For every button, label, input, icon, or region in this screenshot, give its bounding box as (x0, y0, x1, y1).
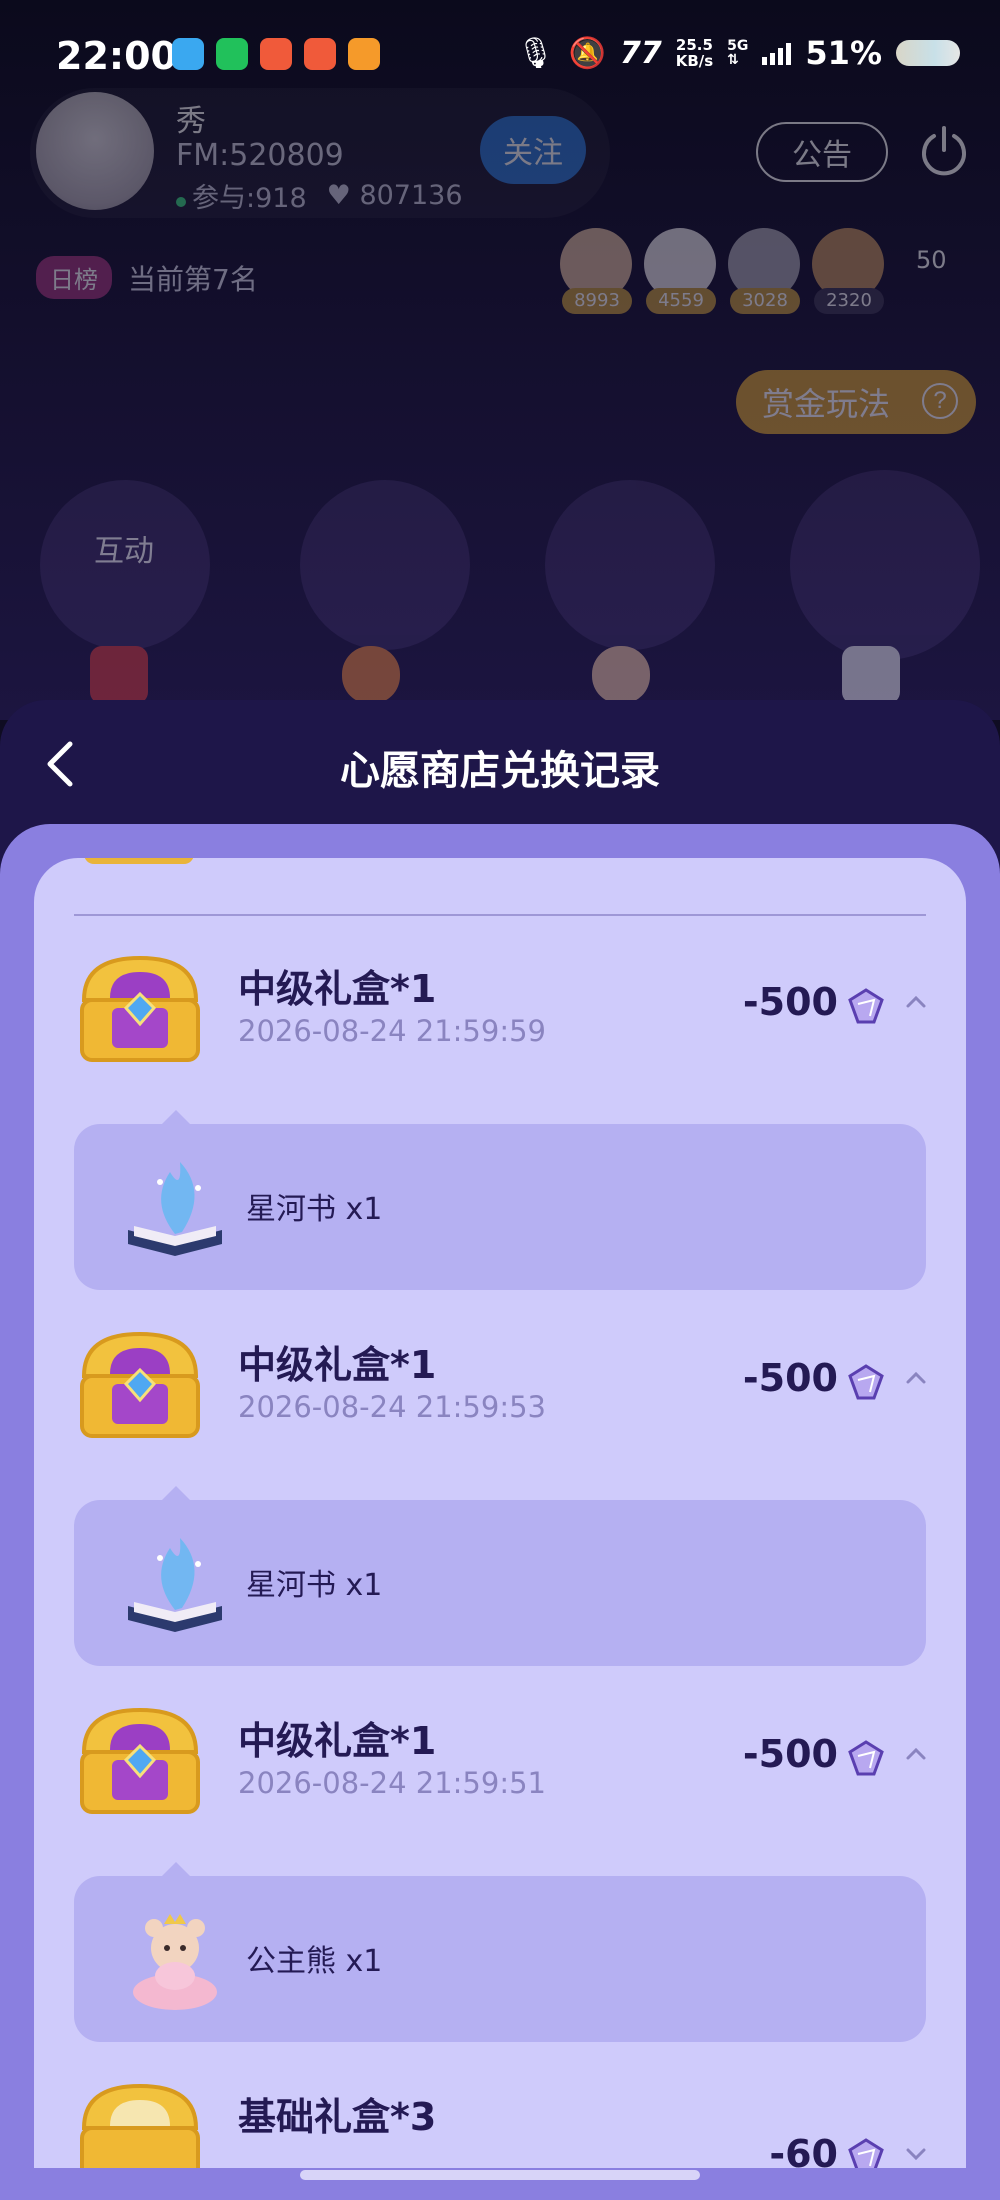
chevron-up-icon[interactable] (904, 1366, 928, 1390)
record-amount: -500 (742, 1356, 838, 1400)
gift-chest-icon (84, 858, 194, 864)
help-icon[interactable]: ? (922, 383, 958, 419)
home-indicator[interactable] (300, 2170, 700, 2180)
viewer-avatar[interactable]: 3028 (728, 228, 802, 318)
app-notification-icon (304, 38, 336, 70)
viewer-count[interactable]: 50 (916, 246, 947, 274)
exchange-record[interactable]: 中级礼盒*1 2026-08-24 21:59:53 -500 (34, 1324, 966, 1464)
exchange-record[interactable]: 基础礼盒*3 -60 (34, 2076, 966, 2168)
lamp-icon[interactable] (342, 646, 400, 704)
status-time: 22:00 (56, 34, 177, 78)
crystal-currency-icon (848, 1740, 884, 1776)
records-frame: 中级礼盒*1 2026-08-24 21:59:59 -500 星河书 x1 中… (0, 824, 1000, 2200)
victory-hand-icon[interactable] (592, 646, 650, 704)
wechat-icon (216, 38, 248, 70)
power-icon[interactable] (914, 122, 974, 182)
item-name: 公主熊 x1 (246, 1944, 383, 1979)
exchange-records-sheet: 心愿商店兑换记录 中级礼盒*1 2026-08-24 21:59:59 -500… (0, 700, 1000, 2200)
record-title: 基础礼盒*3 (238, 2095, 437, 2139)
interact-blob (545, 480, 715, 650)
red-envelope-icon[interactable] (90, 646, 148, 704)
viewer-avatar[interactable]: 4559 (644, 228, 718, 318)
interact-label: 互动 (94, 534, 154, 569)
battery-icon (896, 40, 960, 66)
exchange-record[interactable]: 中级礼盒*1 2026-08-24 21:59:59 -500 (34, 948, 966, 1088)
viewer-avatar[interactable]: 2320 (812, 228, 886, 318)
record-time: 2026-08-24 21:59:59 (238, 1014, 546, 1048)
record-title: 中级礼盒*1 (238, 1343, 437, 1387)
host-stats: 参与:918 ♥ 807136 (176, 176, 463, 215)
record-detail: 星河书 x1 (74, 1110, 926, 1290)
item-name: 星河书 x1 (246, 1192, 383, 1227)
mi-icon: 77 (619, 35, 662, 71)
crystal-currency-icon (848, 2138, 884, 2168)
app-notification-icon (172, 38, 204, 70)
crystal-currency-icon (848, 1364, 884, 1400)
exchange-record[interactable]: 中级礼盒*1 2026-08-24 21:59:51 -500 (34, 1700, 966, 1840)
status-bar: 22:00 🎙 🔕 77 25.5 KB/s 5G ⇅ 51% (0, 0, 1000, 110)
daily-rank-text[interactable]: 当前第7名 (128, 258, 258, 298)
interact-blob (300, 480, 470, 650)
top-viewers[interactable]: 8993 4559 3028 2320 (560, 228, 886, 318)
viewer-avatar[interactable]: 8993 (560, 228, 634, 318)
record-time: 2026-08-24 21:59:53 (238, 1390, 546, 1424)
participants-count: 参与:918 (176, 176, 307, 215)
star-river-book-icon (128, 1162, 222, 1256)
princess-bear-icon (133, 1914, 217, 2010)
chevron-up-icon[interactable] (904, 1742, 928, 1766)
online-dot-icon (176, 197, 186, 207)
battery-percent: 51% (805, 34, 882, 72)
basic-gift-chest-icon (80, 2083, 200, 2168)
net-speed: 25.5 KB/s (675, 36, 714, 70)
record-amount: -500 (742, 980, 838, 1024)
mid-gift-chest-icon (80, 1331, 200, 1438)
likes-count: ♥ 807136 (326, 180, 463, 211)
star-river-book-icon (128, 1538, 222, 1632)
signal-icon (762, 41, 792, 65)
host-fm-id: FM:520809 (176, 138, 344, 173)
chevron-up-icon[interactable] (904, 990, 928, 1014)
network-type: 5G ⇅ (727, 38, 749, 68)
interact-blob (790, 470, 980, 660)
video-app-icon (348, 38, 380, 70)
dice-icon[interactable] (842, 646, 900, 704)
daily-rank-badge[interactable]: 日榜 (36, 256, 112, 299)
chevron-down-icon[interactable] (904, 2142, 928, 2166)
record-title: 中级礼盒*1 (238, 1719, 437, 1763)
records-list[interactable]: 中级礼盒*1 2026-08-24 21:59:59 -500 星河书 x1 中… (34, 858, 966, 2168)
record-detail: 公主熊 x1 (74, 1862, 926, 2042)
record-title: 中级礼盒*1 (238, 967, 437, 1011)
heart-icon: ♥ (326, 180, 351, 211)
mid-gift-chest-icon (80, 1707, 200, 1814)
record-detail: 星河书 x1 (74, 1486, 926, 1666)
item-name: 星河书 x1 (246, 1568, 383, 1603)
mid-gift-chest-icon (80, 955, 200, 1062)
record-time: 2026-08-24 21:59:51 (238, 1766, 546, 1800)
record-amount: -60 (769, 2132, 838, 2168)
follow-button[interactable]: 关注 (480, 116, 586, 184)
notification-icons (172, 38, 380, 70)
notice-button[interactable]: 公告 (756, 122, 888, 182)
status-right: 🎙 🔕 77 25.5 KB/s 5G ⇅ 51% (516, 34, 960, 72)
bounty-play-button[interactable]: 赏金玩法? (736, 370, 976, 434)
bell-muted-icon: 🔕 (568, 35, 606, 71)
crystal-currency-icon (848, 988, 884, 1024)
microphone-icon: 🎙 (516, 35, 555, 71)
sheet-title: 心愿商店兑换记录 (340, 748, 660, 794)
app-notification-icon (260, 38, 292, 70)
record-amount: -500 (742, 1732, 838, 1776)
list-divider (74, 914, 926, 916)
